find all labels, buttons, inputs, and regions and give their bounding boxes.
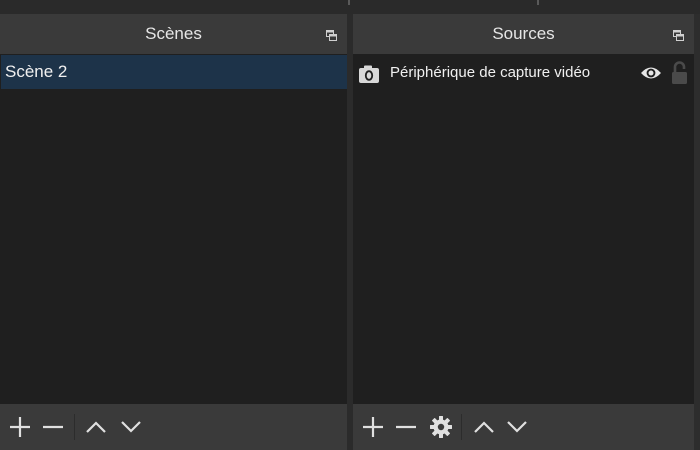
move-scene-up-button[interactable]	[81, 412, 111, 442]
add-scene-button[interactable]	[5, 412, 35, 442]
obs-docks-area: Scènes Scène 2 Sources Périphérique de c…	[0, 0, 700, 450]
splitter-tick	[537, 0, 539, 5]
source-list[interactable]: Périphérique de capture vidéo	[353, 54, 694, 404]
plus-icon	[10, 417, 30, 437]
undock-icon[interactable]	[326, 30, 337, 41]
plus-icon	[363, 417, 383, 437]
chevron-down-icon	[121, 421, 141, 433]
remove-source-button[interactable]	[391, 412, 421, 442]
chevron-down-icon	[507, 421, 527, 433]
sources-dock-title-bar[interactable]: Sources	[353, 14, 694, 54]
source-properties-button[interactable]	[426, 412, 456, 442]
toolbar-separator	[461, 414, 462, 440]
minus-icon	[43, 425, 63, 429]
move-source-down-button[interactable]	[502, 412, 532, 442]
scenes-dock-title-bar[interactable]: Scènes	[0, 14, 347, 54]
sources-toolbar	[353, 404, 694, 450]
toolbar-separator	[74, 414, 75, 440]
scenes-dock: Scènes Scène 2	[0, 14, 347, 450]
scenes-toolbar	[0, 404, 347, 450]
source-item[interactable]: Périphérique de capture vidéo	[354, 56, 694, 90]
remove-scene-button[interactable]	[38, 412, 68, 442]
gear-icon	[430, 416, 452, 438]
sources-dock: Sources Périphérique de capture vidéo	[353, 14, 694, 450]
eye-icon[interactable]	[640, 65, 662, 81]
add-source-button[interactable]	[358, 412, 388, 442]
chevron-up-icon	[86, 421, 106, 433]
camera-icon	[359, 65, 379, 83]
scene-item[interactable]: Scène 2	[1, 55, 347, 89]
move-scene-down-button[interactable]	[116, 412, 146, 442]
unlocked-lock-icon[interactable]	[671, 61, 688, 85]
next-dock-edge	[694, 14, 700, 450]
minus-icon	[396, 425, 416, 429]
scene-list[interactable]: Scène 2	[0, 54, 347, 404]
sources-dock-title: Sources	[492, 24, 555, 43]
splitter-tick	[348, 0, 350, 5]
chevron-up-icon	[474, 421, 494, 433]
scene-item-label: Scène 2	[5, 62, 68, 81]
move-source-up-button[interactable]	[469, 412, 499, 442]
source-item-label: Périphérique de capture vidéo	[390, 64, 591, 81]
scenes-dock-title: Scènes	[145, 24, 202, 43]
top-strip	[0, 0, 700, 14]
undock-icon[interactable]	[673, 30, 684, 41]
